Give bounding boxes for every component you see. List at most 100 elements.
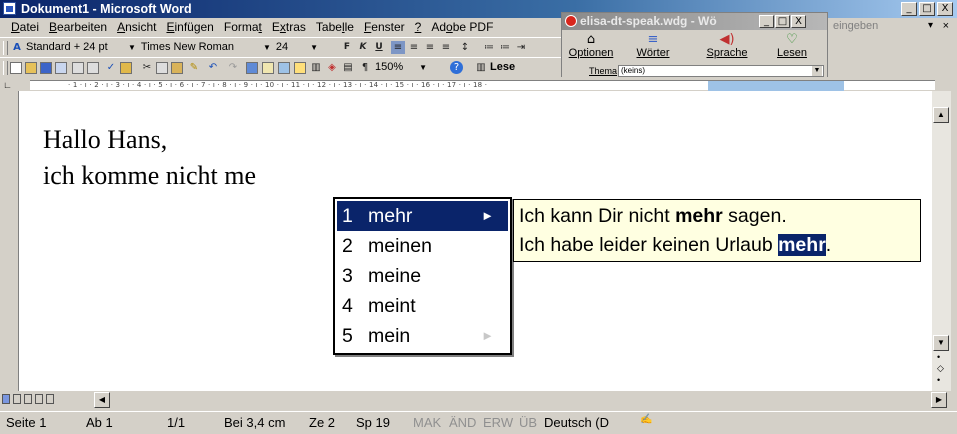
scroll-up-button[interactable]: ▲: [933, 107, 949, 123]
line-spacing-icon[interactable]: ↕: [458, 41, 472, 54]
bold-button[interactable]: F: [340, 41, 354, 54]
bullets-icon[interactable]: ≔: [498, 41, 512, 54]
sprache-button[interactable]: ◀) Sprache: [700, 32, 754, 64]
tab-selector-icon[interactable]: ∟: [3, 80, 12, 90]
status-extend[interactable]: ERW: [483, 412, 513, 434]
help-search-box[interactable]: eingeben: [833, 20, 878, 32]
vertical-scrollbar[interactable]: ▲ ▼ • ◇ •: [931, 91, 951, 391]
open-icon[interactable]: [25, 62, 37, 74]
tables-borders-icon[interactable]: [262, 62, 274, 74]
suggestion-item[interactable]: 3 meine: [337, 261, 508, 291]
status-macro-record[interactable]: MAK: [413, 412, 441, 434]
next-page-icon[interactable]: •: [937, 375, 940, 385]
italic-button[interactable]: K: [356, 41, 370, 54]
permission-icon[interactable]: [55, 62, 67, 74]
document-map-icon[interactable]: ▤: [341, 61, 355, 74]
menu-item[interactable]: Fenster: [359, 20, 410, 35]
drawing-icon[interactable]: ◈: [325, 61, 339, 74]
print-icon[interactable]: [72, 62, 84, 74]
minimize-button[interactable]: _: [901, 2, 917, 16]
toolbar-grip[interactable]: [3, 41, 8, 55]
scroll-down-button[interactable]: ▼: [933, 335, 949, 351]
menu-item[interactable]: Bearbeiten: [44, 20, 112, 35]
woerter-button[interactable]: ≡ Wörter: [626, 32, 680, 64]
elisa-minimize-button[interactable]: _: [759, 15, 774, 28]
save-icon[interactable]: [40, 62, 52, 74]
menu-item[interactable]: Extras: [267, 20, 311, 35]
undo-icon[interactable]: ↶: [206, 61, 220, 74]
outline-view-icon[interactable]: [35, 394, 43, 404]
paste-icon[interactable]: [171, 62, 183, 74]
new-document-icon[interactable]: [10, 62, 22, 74]
word-app-icon[interactable]: [3, 2, 16, 15]
suggestion-item[interactable]: 1 mehr ►: [337, 201, 508, 231]
formatting-toolbar: A Standard + 24 pt ▼ Times New Roman ▼ 24 ▼…: [0, 37, 580, 58]
optionen-button[interactable]: ⌂ Optionen: [564, 32, 618, 64]
style-combo[interactable]: Standard + 24 pt: [26, 40, 108, 55]
menu-item[interactable]: Adobe PDF: [426, 20, 498, 35]
lesen-button[interactable]: ♡ Lesen: [765, 32, 819, 64]
scroll-right-button[interactable]: ▶: [931, 392, 947, 408]
menu-item[interactable]: Einfügen: [161, 20, 218, 35]
web-view-icon[interactable]: [13, 394, 21, 404]
horizontal-ruler[interactable]: ∟ · 1 · ı · 2 · ı · 3 · ı · 4 · ı · 5 · …: [0, 77, 957, 91]
size-combo[interactable]: ▼ 24 ▼: [263, 40, 318, 55]
spelling-icon[interactable]: ✓: [104, 61, 118, 74]
hyperlink-icon[interactable]: [246, 62, 258, 74]
help-icon[interactable]: ?: [450, 61, 463, 74]
status-overtype[interactable]: ÜB: [519, 412, 537, 434]
elisa-maximize-button[interactable]: □: [775, 15, 790, 28]
print-layout-icon[interactable]: [24, 394, 32, 404]
menu-item[interactable]: ?: [410, 20, 427, 35]
elisa-close-button[interactable]: X: [791, 15, 806, 28]
underline-button[interactable]: U: [372, 41, 386, 54]
show-formatting-icon[interactable]: ¶: [358, 61, 372, 74]
read-mode-button[interactable]: Lese: [490, 60, 515, 75]
browse-object-icon[interactable]: ◇: [937, 363, 944, 374]
menu-item[interactable]: Tabelle: [311, 20, 359, 35]
status-track-changes[interactable]: ÄND: [449, 412, 476, 434]
suggestion-item[interactable]: 4 meint: [337, 291, 508, 321]
help-dropdown-icon[interactable]: ▾: [928, 20, 933, 31]
submenu-arrow-icon[interactable]: ►: [481, 201, 494, 231]
elisa-title-bar[interactable]: elisa-dt-speak.wdg - Wö _ □ X: [562, 13, 827, 30]
columns-icon[interactable]: ▥: [309, 61, 323, 74]
cut-icon[interactable]: ✂: [140, 61, 154, 74]
normal-view-icon[interactable]: [2, 394, 10, 404]
redo-icon[interactable]: ↷: [226, 61, 240, 74]
print-preview-icon[interactable]: [87, 62, 99, 74]
submenu-arrow-icon[interactable]: ►: [481, 321, 494, 351]
insert-excel-icon[interactable]: [294, 62, 306, 74]
toolbar-grip[interactable]: [3, 61, 8, 75]
status-language[interactable]: Deutsch (D: [544, 412, 609, 434]
menu-item[interactable]: Datei: [6, 20, 44, 35]
research-icon[interactable]: [120, 62, 132, 74]
font-combo[interactable]: ▼ Times New Roman: [128, 40, 234, 55]
suggestion-item[interactable]: 2 meinen: [337, 231, 508, 261]
align-center-icon[interactable]: ≡: [407, 41, 421, 54]
justify-icon[interactable]: ≡: [439, 41, 453, 54]
close-document-button[interactable]: ×: [943, 20, 949, 32]
align-left-icon[interactable]: ≡: [391, 41, 405, 54]
menu-item[interactable]: Format: [219, 20, 267, 35]
suggestion-item[interactable]: 5 mein ►: [337, 321, 508, 351]
scroll-left-button[interactable]: ◀: [94, 392, 110, 408]
horizontal-scrollbar[interactable]: ◀ ▶: [0, 391, 957, 409]
spelling-status-icon[interactable]: ✍: [640, 409, 652, 431]
format-painter-icon[interactable]: ✎: [187, 61, 201, 74]
previous-page-icon[interactable]: •: [937, 352, 940, 362]
menu-item[interactable]: Ansicht: [112, 20, 161, 35]
close-button[interactable]: X: [937, 2, 953, 16]
indent-icon[interactable]: ⇥: [514, 41, 528, 54]
copy-icon[interactable]: [156, 62, 168, 74]
maximize-button[interactable]: □: [919, 2, 935, 16]
sprache-label: Sprache: [706, 47, 748, 59]
numbering-icon[interactable]: ≔: [482, 41, 496, 54]
styles-icon[interactable]: A: [10, 41, 24, 54]
align-right-icon[interactable]: ≡: [423, 41, 437, 54]
reading-view-icon[interactable]: [46, 394, 54, 404]
thema-select[interactable]: (keins) ▼: [618, 65, 824, 77]
chevron-down-icon[interactable]: ▼: [812, 66, 822, 76]
insert-table-icon[interactable]: [278, 62, 290, 74]
zoom-combo[interactable]: 150% ▼: [375, 60, 427, 75]
